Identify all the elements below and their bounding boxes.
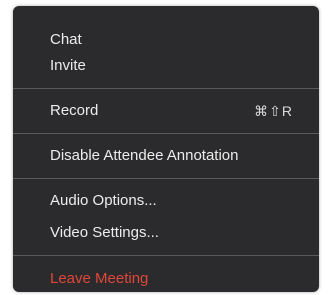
- menu-item-invite[interactable]: Invite: [13, 53, 319, 79]
- menu-item-audio-options[interactable]: Audio Options...: [13, 188, 319, 214]
- menu-item-label: Video Settings...: [50, 224, 159, 241]
- screen: Chat Invite Record ⌘⇧R Disable Attendee …: [0, 0, 330, 295]
- menu-item-record[interactable]: Record ⌘⇧R: [13, 98, 319, 124]
- menu-item-label: Leave Meeting: [50, 270, 149, 287]
- menu-item-chat[interactable]: Chat: [13, 27, 319, 53]
- menu-separator: [13, 133, 319, 134]
- menu-item-label: Invite: [50, 57, 86, 74]
- menu-item-label: Chat: [50, 31, 82, 48]
- menu-item-label: Record: [50, 102, 99, 119]
- menu-item-label: Audio Options...: [50, 192, 157, 209]
- menu-item-label: Disable Attendee Annotation: [50, 147, 239, 164]
- menu-item-video-settings[interactable]: Video Settings...: [13, 220, 319, 246]
- menu-separator: [13, 178, 319, 179]
- menu-separator: [13, 255, 319, 256]
- menu-item-disable-attendee-annotation[interactable]: Disable Attendee Annotation: [13, 143, 319, 169]
- keyboard-shortcut: ⌘⇧R: [254, 103, 293, 119]
- meeting-context-menu: Chat Invite Record ⌘⇧R Disable Attendee …: [13, 6, 319, 292]
- menu-item-leave-meeting[interactable]: Leave Meeting: [13, 266, 319, 292]
- menu-separator: [13, 88, 319, 89]
